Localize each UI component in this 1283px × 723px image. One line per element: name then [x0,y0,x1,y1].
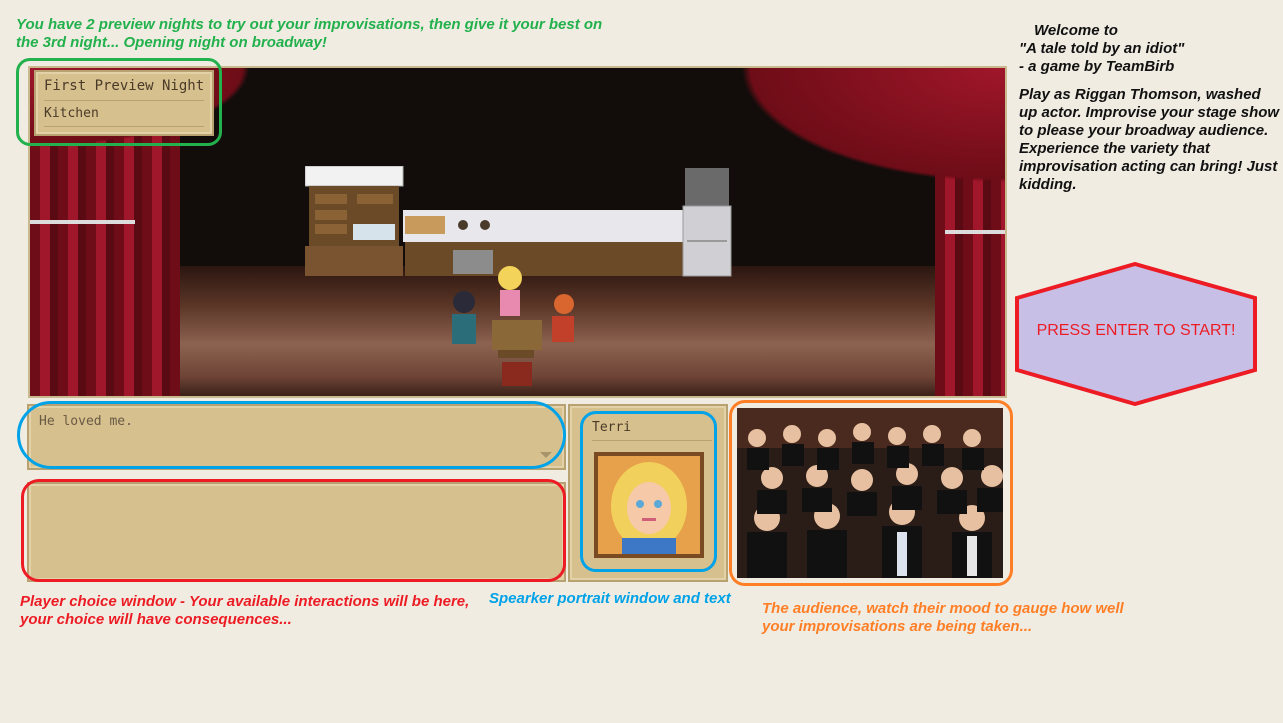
game-author: - a game by TeamBirb [1019,58,1175,75]
start-button[interactable]: PRESS ENTER TO START! [1013,322,1259,340]
game-description: Play as Riggan Thomson, washed up actor.… [1019,86,1280,193]
welcome-line1: Welcome to [1034,22,1118,39]
welcome-block: Welcome to "A tale told by an idiot" - a… [1019,22,1281,194]
characters-and-table [452,266,574,386]
audience-note: The audience, watch their mood to gauge … [762,600,1124,635]
right-valance [705,68,1005,198]
audience-highlight [729,400,1013,586]
player-choice-note: Player choice window - Your available in… [20,593,470,628]
dialogue-highlight [17,401,566,469]
right-curtain-tie [945,230,1005,234]
game-title: "A tale told by an idiot" [1019,40,1185,57]
left-curtain-tie [30,220,135,224]
preview-nights-note: You have 2 preview nights to try out you… [16,16,603,51]
speaker-note: Spearker portrait window and text [489,590,731,607]
player-choice-highlight [21,479,566,582]
location-highlight [16,58,222,146]
speaker-highlight [580,411,717,572]
